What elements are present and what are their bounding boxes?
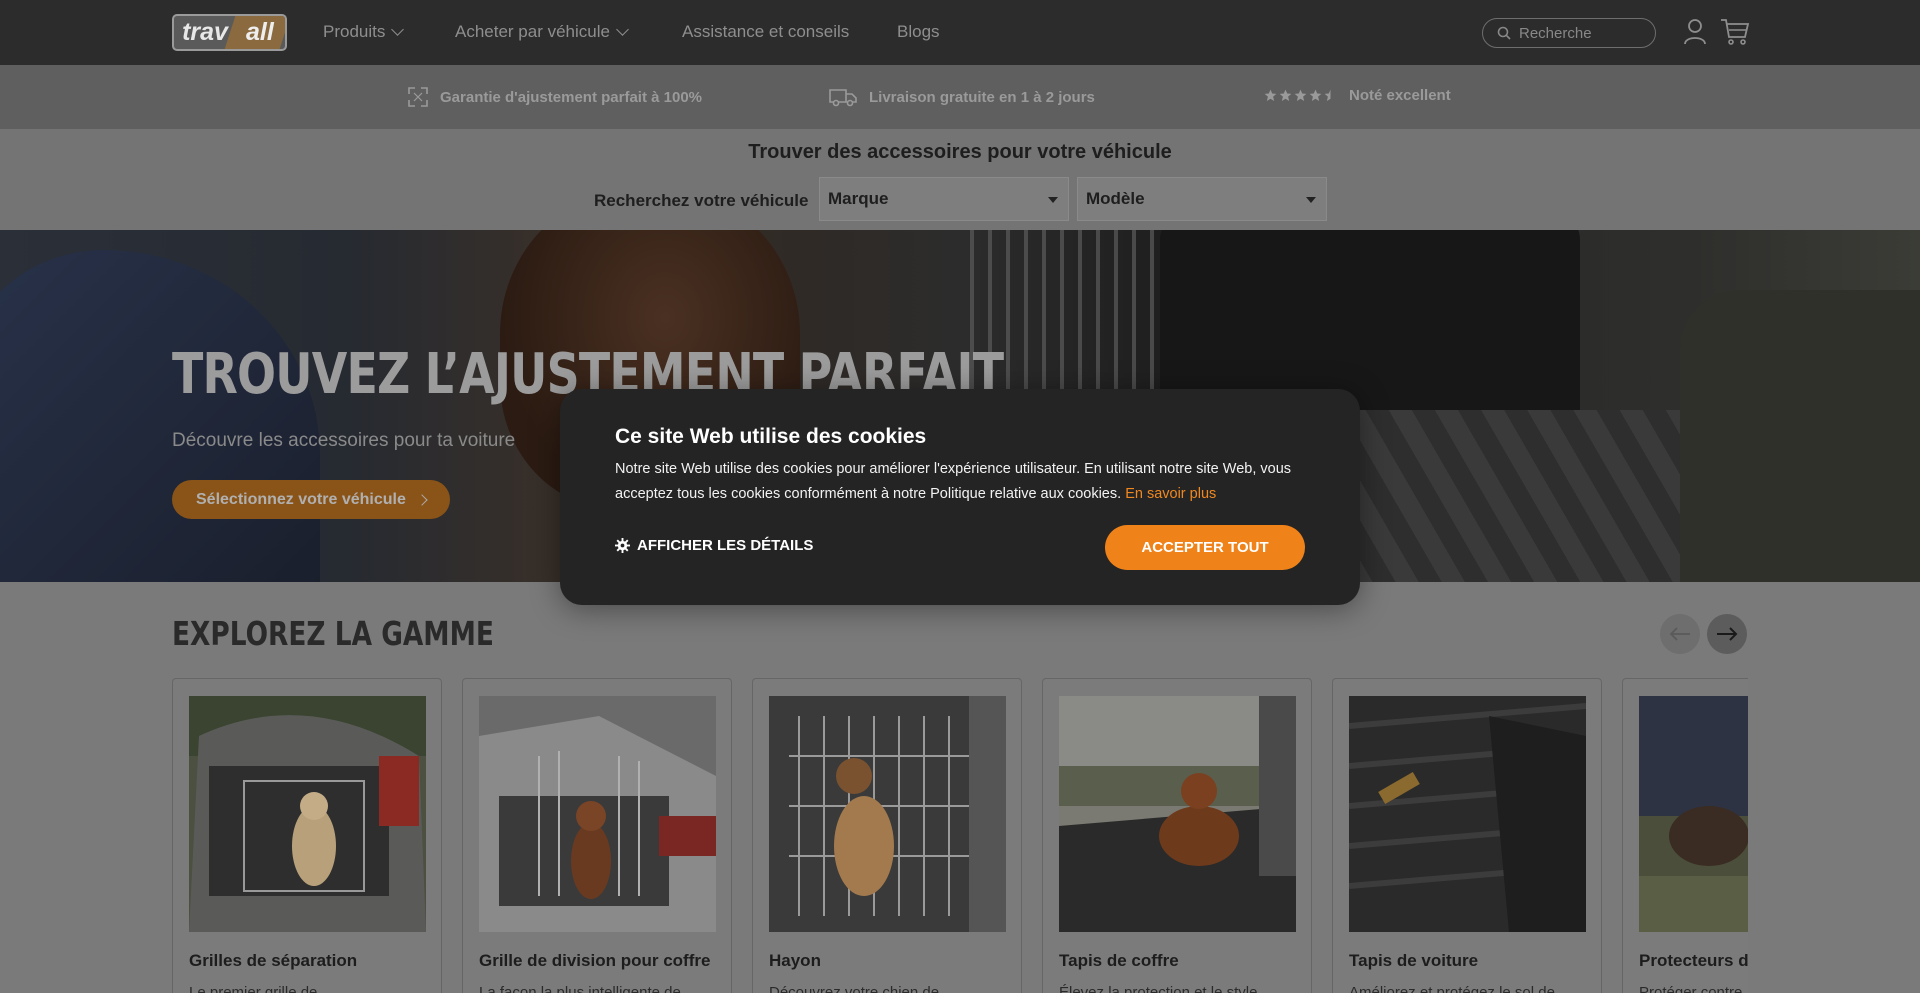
nav-item-acheter-par-vehicule[interactable]: Acheter par véhicule: [455, 22, 629, 42]
category-title: Protecteurs de: [1639, 951, 1748, 970]
search-box[interactable]: [1482, 18, 1656, 48]
arrow-right-icon: [1717, 627, 1738, 641]
benefit-rating: Noté excellent: [1264, 87, 1451, 104]
benefit-fit-guarantee: Garantie d'ajustement parfait à 100%: [408, 87, 702, 107]
category-image: [769, 696, 1006, 932]
dropdown-arrow-icon: [1048, 197, 1058, 203]
nav-item-blogs[interactable]: Blogs: [897, 22, 940, 42]
logo-accent-text: all: [245, 18, 274, 46]
cookie-consent-dialog: Ce site Web utilise des cookies Notre si…: [560, 389, 1360, 605]
category-card[interactable]: Protecteurs de Protéger contre: [1622, 678, 1748, 993]
hero-subtitle: Découvre les accessoires pour ta voiture: [172, 430, 516, 451]
category-image: [1639, 696, 1748, 932]
category-card[interactable]: Tapis de voiture Améliorez et protégez l…: [1332, 678, 1602, 993]
explore-title: EXPLOREZ LA GAMME: [172, 614, 494, 653]
travall-logo[interactable]: trav all: [172, 14, 287, 51]
arrow-left-icon: [1669, 627, 1690, 641]
accept-all-button[interactable]: ACCEPTER TOUT: [1105, 525, 1305, 570]
category-image: [479, 696, 716, 932]
benefit-free-delivery: Livraison gratuite en 1 à 2 jours: [829, 87, 1095, 107]
category-title: Grille de division pour coffre: [479, 951, 711, 970]
category-description: La façon la plus intelligente de: [479, 984, 681, 993]
nav-item-assistance[interactable]: Assistance et conseils: [682, 22, 849, 42]
cart-icon[interactable]: [1720, 18, 1750, 51]
category-description: Améliorez et protégez le sol de: [1349, 984, 1555, 993]
category-title: Grilles de séparation: [189, 951, 358, 970]
gear-icon: [615, 538, 630, 553]
show-details-button[interactable]: AFFICHER LES DÉTAILS: [615, 537, 813, 554]
brand-select[interactable]: Marque: [819, 177, 1069, 221]
category-image: [189, 696, 426, 932]
category-description: Protéger contre: [1639, 984, 1743, 993]
category-description: Élevez la protection et le style: [1059, 984, 1258, 993]
category-card[interactable]: Tapis de coffre Élevez la protection et …: [1042, 678, 1312, 993]
hero-car-shape: [0, 250, 320, 582]
stars-icon: [1264, 89, 1337, 102]
search-icon: [1497, 26, 1511, 40]
category-image: [1349, 696, 1586, 932]
nav-item-produits[interactable]: Produits: [323, 22, 405, 42]
account-icon[interactable]: [1683, 18, 1707, 50]
category-image: [1059, 696, 1296, 932]
truck-icon: [829, 89, 857, 107]
category-card[interactable]: Grille de division pour coffre La façon …: [462, 678, 732, 993]
hero-backpack-shape: [1680, 290, 1920, 582]
learn-more-link[interactable]: En savoir plus: [1125, 486, 1216, 502]
dropdown-arrow-icon: [1306, 197, 1316, 203]
benefits-bar: Garantie d'ajustement parfait à 100% Liv…: [0, 65, 1920, 129]
category-title: Hayon: [769, 951, 821, 970]
chevron-right-icon: [416, 493, 428, 506]
model-select[interactable]: Modèle: [1077, 177, 1327, 221]
expand-icon: [408, 87, 428, 107]
vehicle-finder: Trouver des accessoires pour votre véhic…: [0, 129, 1920, 230]
chevron-down-icon: [616, 23, 629, 36]
select-vehicle-button[interactable]: Sélectionnez votre véhicule: [172, 480, 450, 519]
search-input[interactable]: [1519, 24, 1639, 42]
category-title: Tapis de voiture: [1349, 951, 1479, 970]
carousel-prev-button[interactable]: [1660, 614, 1700, 654]
top-navigation: trav all Produits Acheter par véhicule A…: [0, 0, 1920, 65]
carousel-next-button[interactable]: [1707, 614, 1747, 654]
chevron-down-icon: [391, 23, 405, 36]
finder-title: Trouver des accessoires pour votre véhic…: [748, 141, 1172, 163]
category-carousel: Grilles de séparation Le premier grille …: [172, 678, 1748, 993]
cookie-title: Ce site Web utilise des cookies: [615, 425, 927, 448]
category-card[interactable]: Hayon Découvrez votre chien de: [752, 678, 1022, 993]
cookie-text: Notre site Web utilise des cookies pour …: [615, 461, 1292, 502]
category-description: Le premier grille de: [189, 984, 318, 993]
category-title: Tapis de coffre: [1059, 951, 1179, 970]
category-description: Découvrez votre chien de: [769, 984, 940, 993]
finder-label: Recherchez votre véhicule: [594, 191, 809, 210]
category-card[interactable]: Grilles de séparation Le premier grille …: [172, 678, 442, 993]
